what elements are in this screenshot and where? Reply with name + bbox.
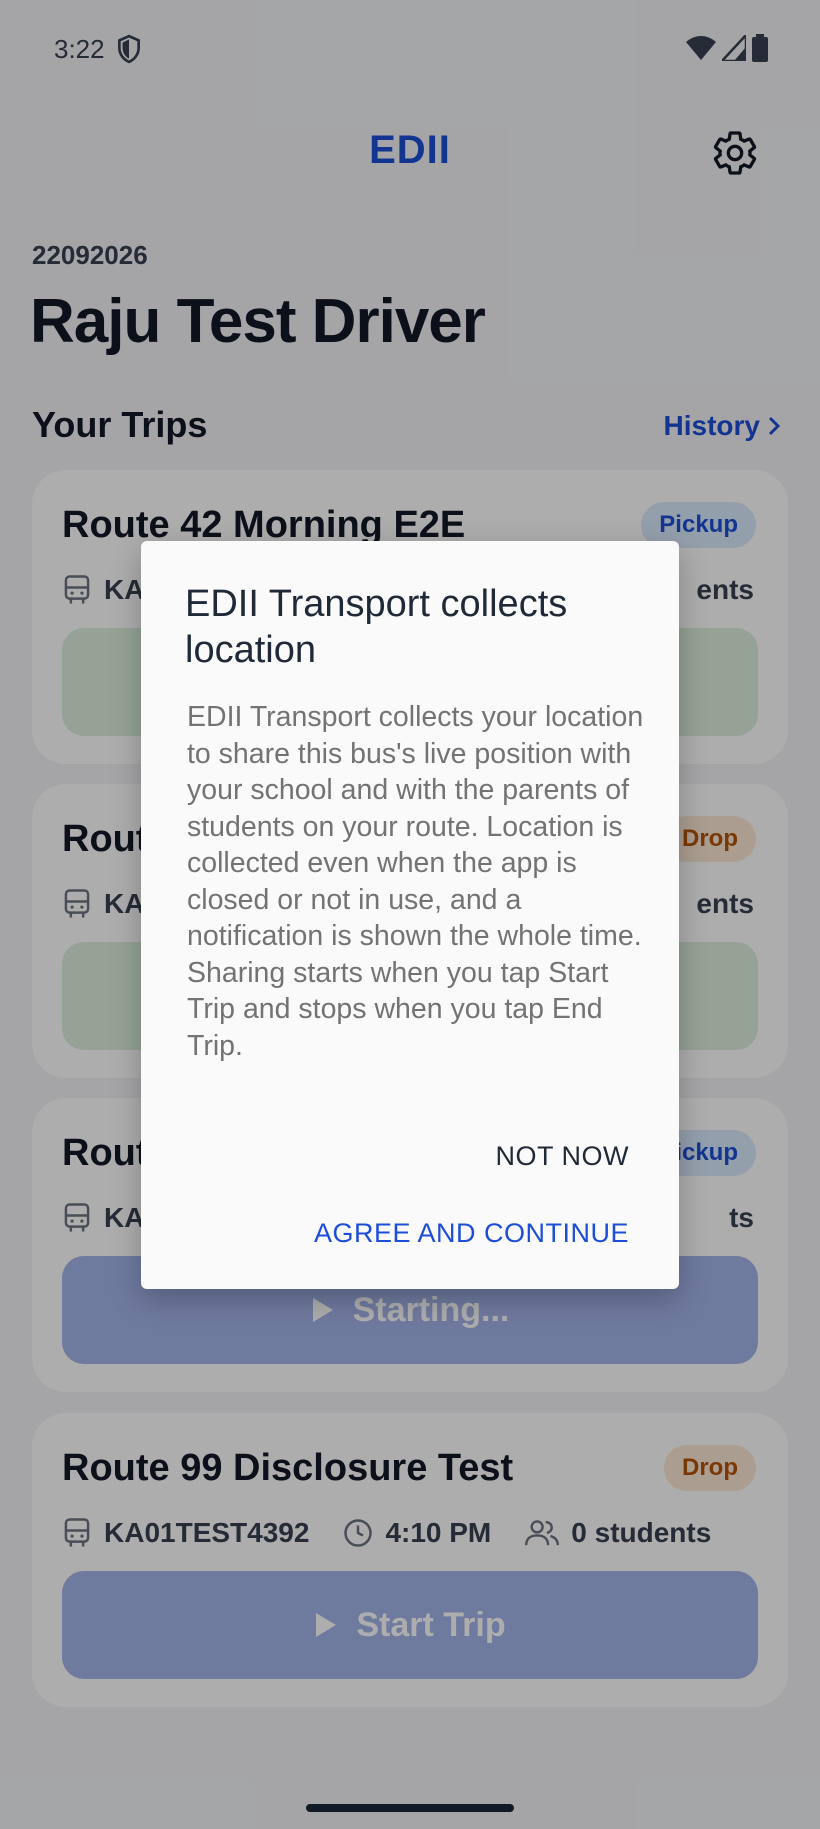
not-now-button[interactable]: NOT NOW <box>496 1141 630 1172</box>
home-indicator[interactable] <box>306 1804 514 1812</box>
dialog-title: EDII Transport collects location <box>185 583 568 671</box>
dialog-body: EDII Transport collects your location to… <box>187 701 644 1062</box>
location-disclosure-dialog: EDII Transport collects location EDII Tr… <box>141 541 679 1289</box>
agree-and-continue-button[interactable]: AGREE AND CONTINUE <box>314 1218 629 1249</box>
